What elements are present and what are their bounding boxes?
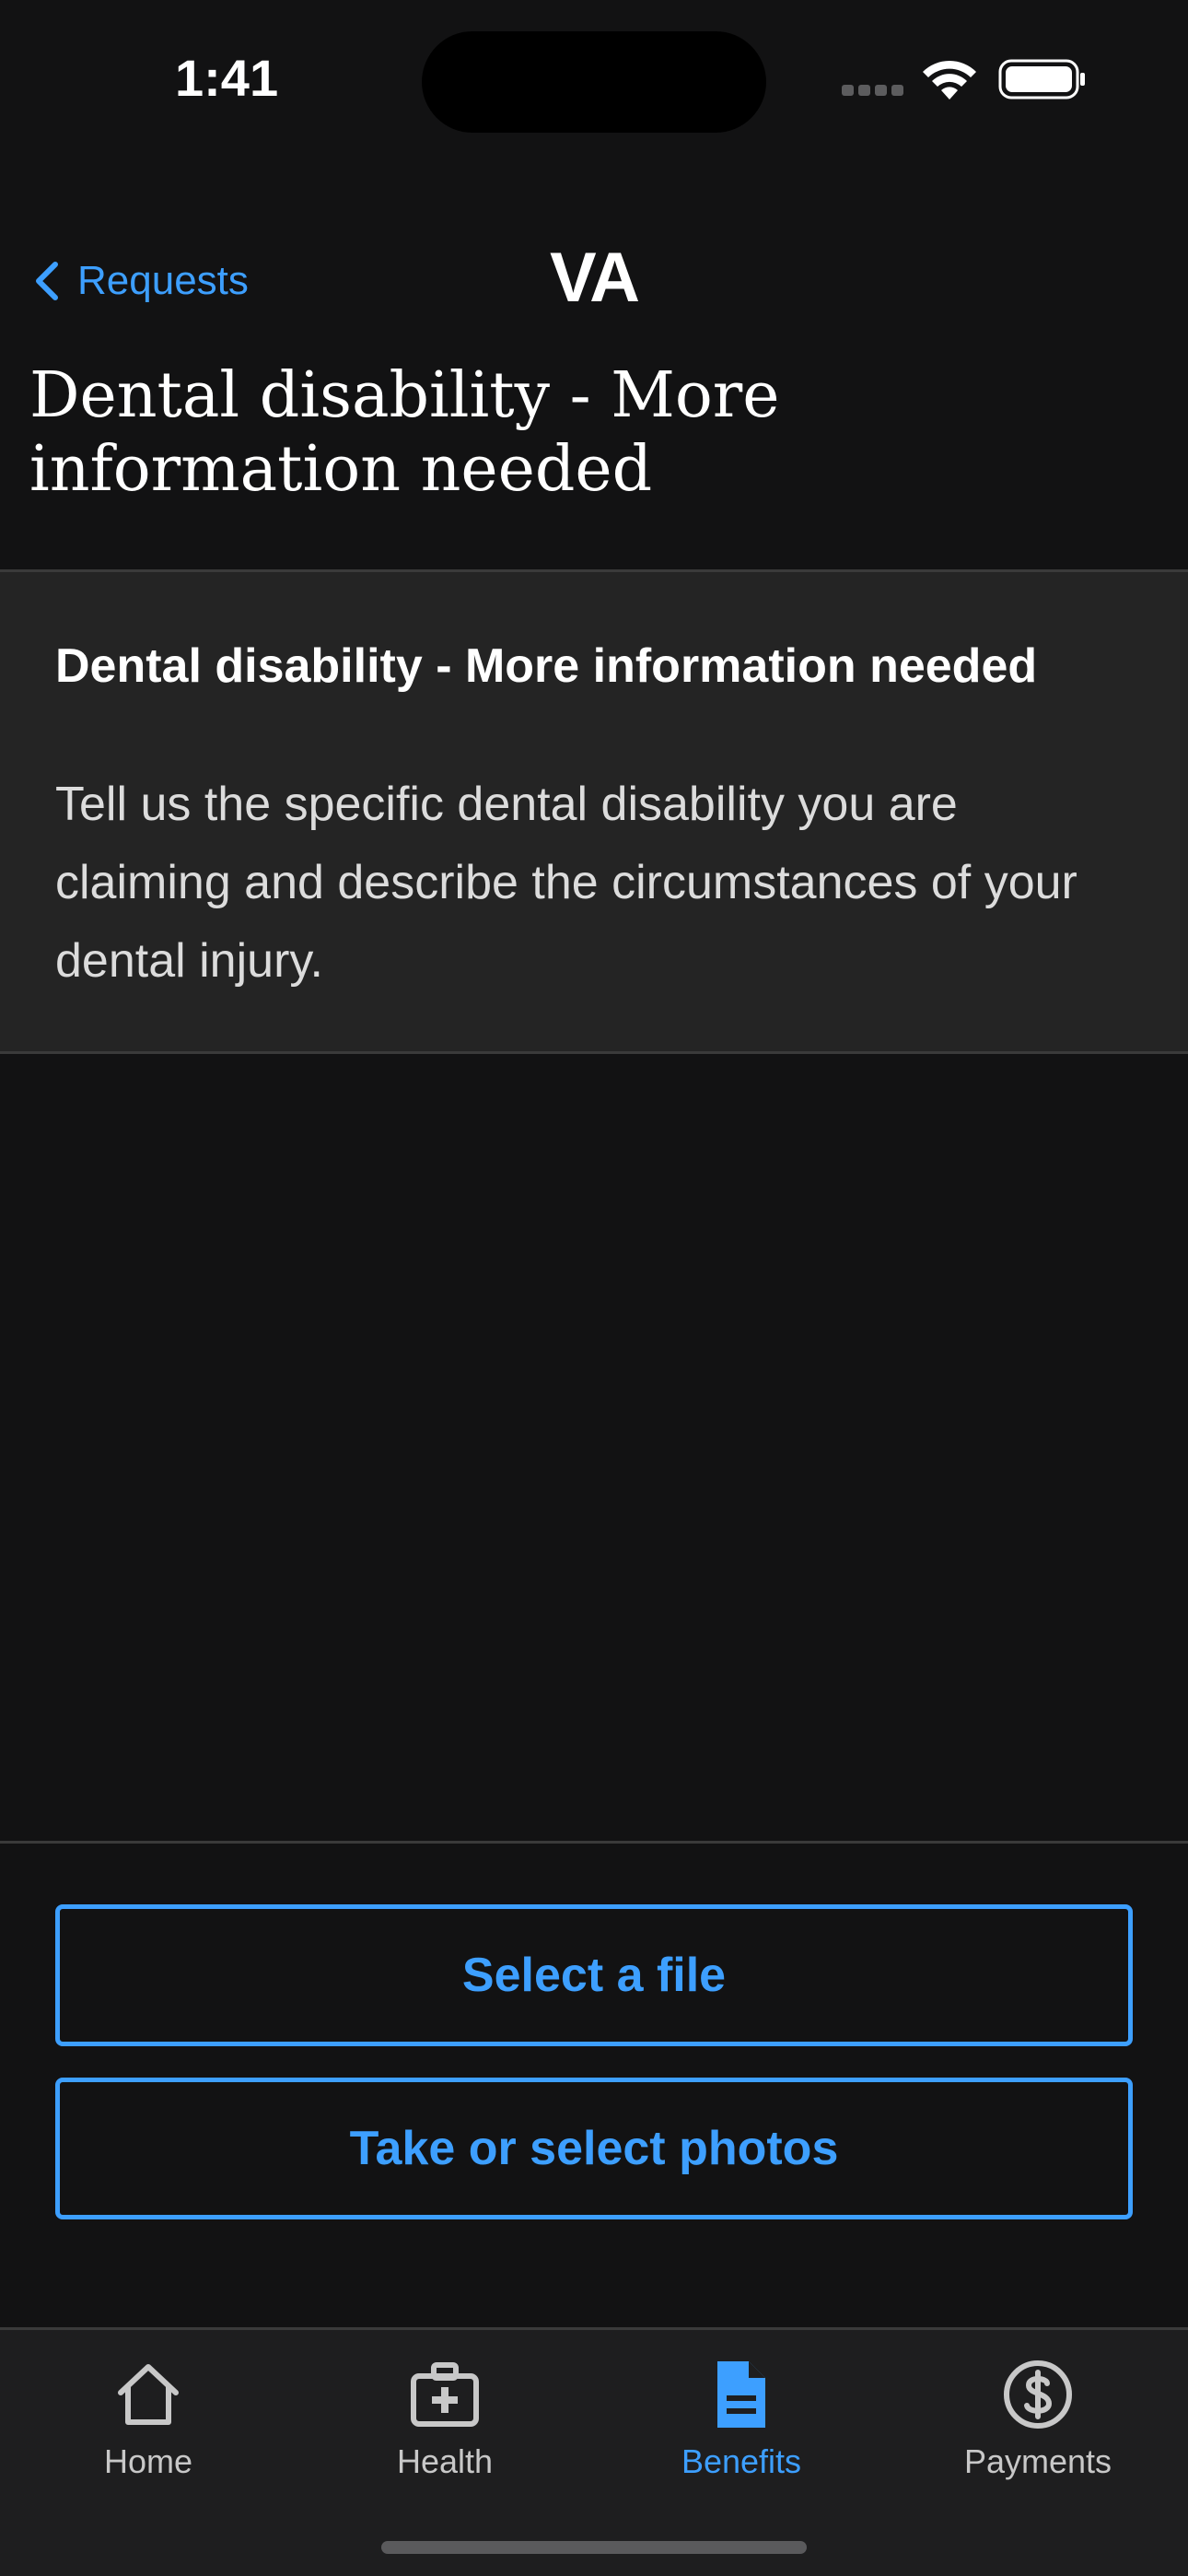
status-bar: 1:41 xyxy=(0,0,1188,157)
upload-actions: Select a file Take or select photos xyxy=(0,1841,1188,2329)
request-card-body: Tell us the specific dental disability y… xyxy=(55,778,1077,988)
request-card: Dental disability - More information nee… xyxy=(0,569,1188,1054)
navigation-bar: Requests VA xyxy=(0,230,1188,332)
battery-icon xyxy=(998,59,1085,100)
page-title: Dental disability - More information nee… xyxy=(29,359,780,506)
request-card-heading: Dental disability - More information nee… xyxy=(55,639,1038,693)
tab-payments[interactable]: Payments xyxy=(890,2358,1186,2514)
medical-bag-icon xyxy=(411,2362,479,2427)
status-time: 1:41 xyxy=(175,49,279,107)
tab-payments-label: Payments xyxy=(963,2442,1112,2480)
home-icon xyxy=(118,2364,179,2425)
tab-bar: Home Health Benefits Payments xyxy=(0,2327,1188,2576)
document-icon xyxy=(717,2361,765,2428)
take-photos-button[interactable]: Take or select photos xyxy=(55,2078,1133,2219)
tab-benefits[interactable]: Benefits xyxy=(593,2358,890,2514)
tab-health-label: Health xyxy=(396,2442,494,2480)
dollar-icon xyxy=(1004,2360,1072,2429)
tab-benefits-label: Benefits xyxy=(681,2442,802,2480)
tab-home[interactable]: Home xyxy=(0,2358,297,2514)
screen: 1:41 Requests VA Dental disability - Mor… xyxy=(0,0,1188,2576)
tab-home-label: Home xyxy=(103,2442,193,2480)
va-logo: VA xyxy=(550,239,640,317)
tab-health[interactable]: Health xyxy=(297,2358,593,2514)
wifi-icon xyxy=(923,60,976,100)
cellular-signal-icon xyxy=(842,85,904,98)
dynamic-island xyxy=(422,31,766,133)
select-file-button[interactable]: Select a file xyxy=(55,1904,1133,2046)
home-indicator[interactable] xyxy=(381,2541,807,2554)
